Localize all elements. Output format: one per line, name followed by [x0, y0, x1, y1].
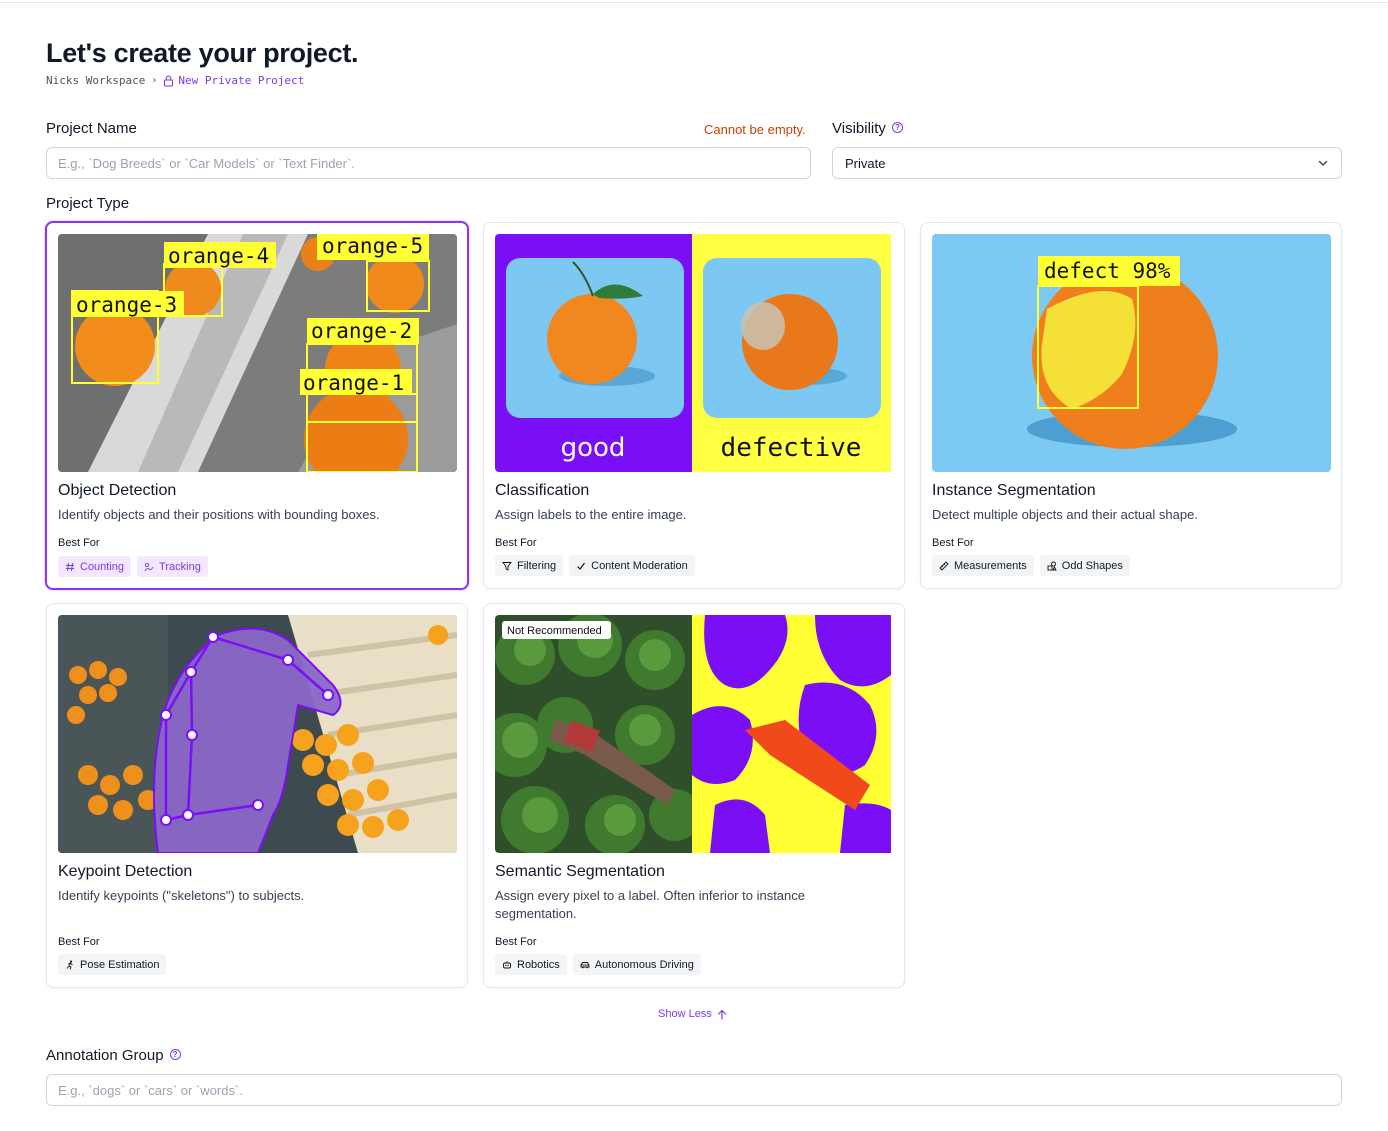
label-orange-5: orange-5 [322, 234, 423, 258]
breadcrumb-current-label: New Private Project [178, 74, 305, 87]
label-defective: defective [721, 433, 862, 463]
project-type-card-semantic-segmentation[interactable]: Not Recommended Semantic Segmentation As… [483, 603, 905, 988]
project-type-card-object-detection[interactable]: orange-4 orange-5 orange-3 orange-2 oran… [45, 221, 469, 590]
car-icon [580, 961, 590, 968]
object-detection-image: orange-4 orange-5 orange-3 orange-2 oran… [58, 234, 457, 472]
project-name-error: Cannot be empty. [704, 122, 806, 137]
tag-list: Robotics Autonomous Driving [495, 954, 701, 975]
best-for-label: Best For [495, 936, 537, 948]
card-title: Instance Segmentation [932, 482, 1096, 499]
annotation-group-label-group: Annotation Group? [46, 1047, 181, 1064]
card-title: Semantic Segmentation [495, 863, 665, 880]
project-type-card-classification[interactable]: good defective Classification Assign lab… [483, 222, 905, 589]
card-description: Assign every pixel to a label. Often inf… [495, 888, 805, 921]
tag-list: Counting Tracking [58, 556, 208, 577]
filter-icon [502, 561, 512, 571]
tag-robotics: Robotics [495, 954, 567, 975]
tag-measurements: Measurements [932, 555, 1034, 576]
best-for-label: Best For [58, 936, 100, 948]
breadcrumb-workspace[interactable]: Nicks Workspace [46, 74, 145, 87]
card-description: Identify keypoints ("skeletons") to subj… [58, 888, 305, 903]
show-less-label: Show Less [658, 1008, 712, 1020]
project-type-card-instance-segmentation[interactable]: defect 98% Instance Segmentation Detect … [920, 222, 1342, 589]
help-icon[interactable]: ? [169, 1049, 181, 1060]
classification-image: good defective [495, 234, 894, 472]
visibility-label: Visibility [832, 120, 886, 137]
tag-filtering: Filtering [495, 555, 564, 576]
label-orange-4: orange-4 [168, 244, 269, 268]
card-description: Identify objects and their positions wit… [58, 507, 380, 522]
card-description: Assign labels to the entire image. [495, 507, 687, 522]
best-for-label: Best For [932, 537, 974, 549]
visibility-label-group: Visibility? [832, 120, 903, 137]
card-description: Detect multiple objects and their actual… [932, 507, 1198, 522]
card-title: Object Detection [58, 482, 177, 499]
label-orange-2: orange-2 [311, 319, 412, 343]
tag-tracking: Tracking [137, 556, 208, 577]
tag-list: Measurements Odd Shapes [932, 555, 1130, 576]
breadcrumb-current: New Private Project [163, 74, 304, 87]
tag-odd-shapes: Odd Shapes [1039, 555, 1130, 576]
top-divider [0, 2, 1388, 3]
label-good: good [561, 433, 626, 463]
tracking-icon [144, 562, 154, 571]
chevron-right-icon: › [151, 75, 158, 86]
help-icon[interactable]: ? [891, 122, 903, 133]
project-name-input[interactable] [46, 147, 811, 179]
ruler-icon [939, 560, 949, 571]
project-type-label: Project Type [46, 195, 130, 212]
best-for-label: Best For [58, 537, 100, 549]
card-title: Classification [495, 482, 590, 499]
chevron-down-icon [1318, 160, 1328, 166]
visibility-select[interactable]: Private [832, 147, 1342, 179]
not-recommended-badge: Not Recommended [507, 625, 602, 637]
arrow-up-icon [717, 1009, 726, 1020]
robot-icon [503, 961, 511, 968]
project-type-card-keypoint-detection[interactable]: Keypoint Detection Identify keypoints ("… [46, 603, 468, 988]
check-icon [577, 562, 586, 570]
annotation-group-label: Annotation Group [46, 1047, 164, 1064]
best-for-label: Best For [495, 537, 537, 549]
instance-segmentation-image: defect 98% [932, 234, 1331, 472]
project-name-label: Project Name [46, 120, 137, 137]
tag-content-moderation: Content Moderation [569, 555, 695, 576]
card-title: Keypoint Detection [58, 863, 193, 880]
visibility-value: Private [845, 155, 886, 171]
tag-counting: Counting [58, 556, 132, 577]
keypoint-detection-image [58, 615, 457, 853]
tag-pose-estimation: Pose Estimation [58, 954, 167, 975]
label-orange-3: orange-3 [76, 293, 177, 317]
breadcrumb: Nicks Workspace › New Private Project [46, 74, 304, 87]
page-title: Let's create your project. [46, 38, 359, 68]
lock-icon [164, 75, 174, 87]
semantic-segmentation-image: Not Recommended [495, 615, 894, 853]
label-orange-1: orange-1 [303, 371, 404, 395]
hash-icon [66, 562, 74, 571]
tag-list: Filtering Content Moderation [495, 555, 695, 576]
shapes-icon [1047, 561, 1057, 570]
running-person-icon [66, 960, 73, 970]
show-less-button[interactable]: Show Less [658, 1008, 727, 1020]
label-defect: defect 98% [1044, 259, 1171, 283]
annotation-group-input[interactable] [46, 1074, 1342, 1106]
tag-list: Pose Estimation [58, 954, 167, 975]
tag-autonomous-driving: Autonomous Driving [572, 954, 701, 975]
